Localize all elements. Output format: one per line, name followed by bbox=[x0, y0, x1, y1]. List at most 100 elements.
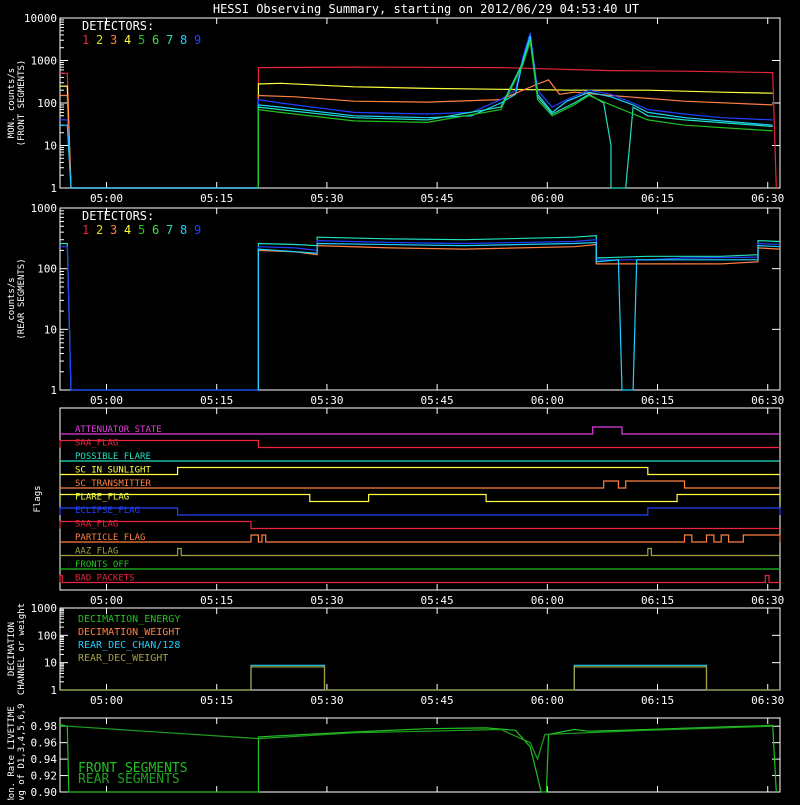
y-axis-label: avg of D1,3,4,5,6,9 bbox=[17, 704, 27, 800]
time-tick-label: 06:00 bbox=[531, 394, 564, 407]
series-line-1 bbox=[60, 66, 777, 189]
y-tick-label: 0.98 bbox=[31, 720, 58, 733]
legend-detector-9: 9 bbox=[194, 33, 201, 47]
figure-svg: HESSI Observing Summary, starting on 201… bbox=[7, 2, 784, 805]
y-tick-label: 100 bbox=[37, 263, 57, 276]
legend-detector-6: 6 bbox=[152, 33, 159, 47]
panel-4: 05:00 05:15 05:30 05:45 06:00 06:15 06:30 DECIM… bbox=[7, 602, 784, 707]
time-tick-label: 05:15 bbox=[200, 694, 233, 707]
series-line-3 bbox=[257, 243, 781, 390]
y-axis-label: counts/s bbox=[7, 277, 17, 320]
legend-entry: DECIMATION_ENERGY bbox=[78, 614, 180, 625]
y-tick-label: 0.96 bbox=[31, 737, 58, 750]
observing-summary-figure: HESSI Observing Summary, starting on 201… bbox=[0, 0, 800, 805]
flag-label: FLARE_FLAG bbox=[75, 493, 129, 503]
legend-detector-3: 3 bbox=[110, 33, 117, 47]
y-axis-label: Mon. Rate LIVETIME bbox=[7, 706, 17, 800]
y-tick-label: 10 bbox=[44, 323, 57, 336]
time-tick-label: 06:30 bbox=[751, 394, 784, 407]
y-tick-label: 0.94 bbox=[31, 753, 58, 766]
flag-label: ATTENUATOR_STATE bbox=[75, 425, 162, 435]
y-tick-label: 1 bbox=[50, 684, 57, 697]
legend-detector-1: 1 bbox=[82, 33, 89, 47]
time-tick-label: 05:00 bbox=[90, 594, 123, 607]
time-tick-label: 06:30 bbox=[751, 694, 784, 707]
legend-detector-3: 3 bbox=[110, 223, 117, 237]
flag-line bbox=[59, 439, 780, 449]
y-tick-label: 100 bbox=[37, 629, 57, 642]
flag-label: SAA_FLAG bbox=[75, 439, 118, 449]
flag-line bbox=[59, 493, 781, 503]
panel-frame bbox=[59, 407, 781, 591]
legend-detector-7: 7 bbox=[166, 33, 173, 47]
legend-entry: DECIMATION_WEIGHT bbox=[78, 627, 180, 638]
legend-detector-4: 4 bbox=[124, 223, 131, 237]
legend-detector-5: 5 bbox=[138, 33, 145, 47]
time-tick-label: 05:00 bbox=[90, 394, 123, 407]
y-axis-label: MON. counts/s bbox=[7, 68, 17, 138]
time-tick-label: 05:15 bbox=[200, 192, 233, 205]
flag-line bbox=[60, 466, 780, 476]
legend-title: DETECTORS: bbox=[82, 209, 154, 223]
panel-2: 05:00 05:15 05:30 05:45 06:00 06:15 06:30 count… bbox=[7, 202, 784, 407]
legend-detector-5: 5 bbox=[138, 223, 145, 237]
y-tick-label: 0.90 bbox=[31, 786, 58, 799]
flag-label: SAA_FLAG bbox=[75, 520, 118, 530]
time-tick-label: 06:30 bbox=[751, 192, 784, 205]
flag-line bbox=[60, 534, 781, 543]
legend-detector-1: 1 bbox=[82, 223, 89, 237]
legend-detector-8: 8 bbox=[180, 223, 187, 237]
y-axis-label: (REAR SEGMENTS) bbox=[17, 258, 27, 339]
time-tick-label: 05:45 bbox=[421, 192, 454, 205]
legend-detector-8: 8 bbox=[180, 33, 187, 47]
series-line-2 bbox=[60, 666, 780, 691]
flag-line bbox=[59, 574, 780, 584]
time-tick-label: 05:45 bbox=[421, 594, 454, 607]
time-tick-label: 06:15 bbox=[641, 694, 674, 707]
legend-detector-2: 2 bbox=[96, 33, 103, 47]
legend-entry: REAR SEGMENTS bbox=[78, 772, 180, 787]
time-tick-label: 06:15 bbox=[641, 594, 674, 607]
flag-label: BAD_PACKETS bbox=[75, 574, 135, 584]
flag-label: AAZ_FLAG bbox=[75, 547, 118, 557]
legend-entry: REAR_DEC_CHAN/128 bbox=[78, 640, 180, 651]
y-tick-label: 100 bbox=[37, 97, 57, 110]
time-tick-label: 06:00 bbox=[531, 594, 564, 607]
series-line-2 bbox=[60, 725, 773, 761]
time-tick-label: 05:15 bbox=[200, 394, 233, 407]
series-line-1 bbox=[60, 664, 780, 691]
flag-label: POSSIBLE_FLARE bbox=[75, 452, 151, 462]
time-tick-label: 05:15 bbox=[200, 594, 233, 607]
time-tick-label: 06:15 bbox=[641, 192, 674, 205]
y-tick-label: 1000 bbox=[31, 55, 58, 68]
panel-5: Mon. Rate LIVETIME avg of D1,3,4,5,6,9 0.9… bbox=[7, 704, 781, 805]
legend-detector-4: 4 bbox=[124, 33, 131, 47]
time-tick-label: 05:30 bbox=[310, 594, 343, 607]
flag-label: SC_TRANSMITTER bbox=[75, 479, 151, 489]
flag-label: ECLIPSE_FLAG bbox=[75, 506, 140, 516]
time-ticks: 05:00 05:15 05:30 05:45 06:00 06:15 06:30 bbox=[90, 608, 784, 707]
legend-detector-6: 6 bbox=[152, 223, 159, 237]
time-tick-label: 05:00 bbox=[90, 192, 123, 205]
legend-detector-7: 7 bbox=[166, 223, 173, 237]
legend-title: DETECTORS: bbox=[82, 19, 154, 33]
legend-detector-9: 9 bbox=[194, 223, 201, 237]
time-ticks: 05:00 05:15 05:30 05:45 06:00 06:15 06:30 bbox=[90, 208, 784, 407]
panel-3: 05:00 05:15 05:30 05:45 06:00 06:15 06:30 Flags… bbox=[33, 407, 784, 607]
y-axis-label: Flags bbox=[33, 485, 43, 512]
chart-title: HESSI Observing Summary, starting on 201… bbox=[213, 2, 639, 16]
time-tick-label: 05:30 bbox=[310, 394, 343, 407]
time-tick-label: 06:30 bbox=[751, 594, 784, 607]
series-line-4 bbox=[257, 241, 781, 391]
time-tick-label: 05:30 bbox=[310, 192, 343, 205]
legend-detector-2: 2 bbox=[96, 223, 103, 237]
series-line-2 bbox=[60, 239, 781, 391]
y-axis-label: DECIMATION bbox=[7, 622, 17, 676]
time-tick-label: 05:45 bbox=[421, 394, 454, 407]
flag-line bbox=[59, 507, 781, 516]
y-tick-label: 10 bbox=[44, 140, 57, 153]
time-tick-label: 05:30 bbox=[310, 694, 343, 707]
y-tick-label: 1 bbox=[50, 384, 57, 397]
series-line-2 bbox=[60, 82, 773, 189]
time-tick-label: 06:00 bbox=[531, 192, 564, 205]
